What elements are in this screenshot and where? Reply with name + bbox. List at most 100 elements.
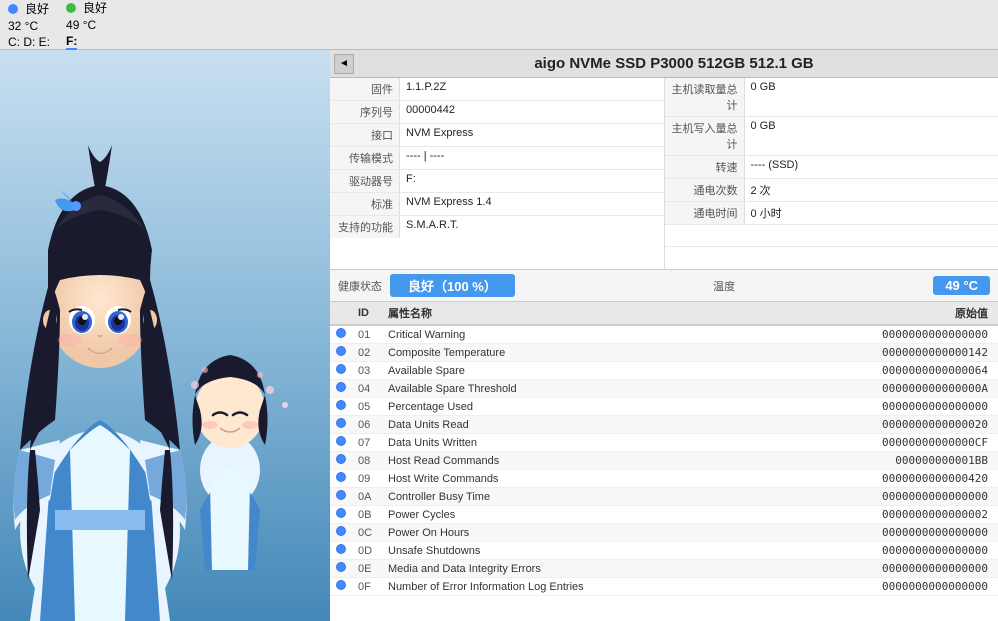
temp-value-right: 49 °C [933, 276, 990, 295]
transfer-value: ---- | ---- [400, 147, 664, 169]
col-id-header: ID [352, 302, 382, 325]
smart-status-dot [336, 400, 346, 410]
info-row-power-cycles: 通电次数 2 次 [665, 179, 998, 202]
smart-raw-cell: 0000000000000142 [770, 344, 998, 362]
temp-dot-2 [66, 3, 76, 13]
info-row-firmware: 固件 1.1.P.2Z [330, 78, 664, 101]
smart-name-cell: Power Cycles [382, 506, 770, 524]
info-row-empty-1 [665, 225, 998, 247]
temp-label-right: 温度 [713, 278, 735, 294]
smart-table-header: ID 属性名称 原始值 [330, 302, 998, 325]
smart-id-cell: 01 [352, 325, 382, 344]
smart-name-cell: Available Spare Threshold [382, 380, 770, 398]
smart-status-dot [336, 346, 346, 356]
info-row-transfer: 传输模式 ---- | ---- [330, 147, 664, 170]
smart-dot-cell [330, 488, 352, 506]
smart-dot-cell [330, 325, 352, 344]
smart-dot-cell [330, 434, 352, 452]
smart-table-body: 01Critical Warning000000000000000002Comp… [330, 325, 998, 596]
smart-name-cell: Media and Data Integrity Errors [382, 560, 770, 578]
info-row-standard: 标准 NVM Express 1.4 [330, 193, 664, 216]
info-right-col: 主机读取量总计 0 GB 主机写入量总计 0 GB 转速 ---- (SSD) … [664, 78, 998, 269]
smart-raw-cell: 0000000000000000 [770, 488, 998, 506]
top-bar: 良好 32 °C C: D: E: 良好 49 °C F: [0, 0, 998, 50]
main-content: ◄ aigo NVMe SSD P3000 512GB 512.1 GB 固件 … [0, 50, 998, 621]
smart-name-cell: Composite Temperature [382, 344, 770, 362]
features-label: 支持的功能 [330, 216, 400, 238]
health-badge: 良好（100 %） [390, 274, 515, 297]
smart-name-cell: Percentage Used [382, 398, 770, 416]
info-row-write-total: 主机写入量总计 0 GB [665, 117, 998, 156]
smart-dot-cell [330, 542, 352, 560]
temp-c-d-e: 良好 32 °C C: D: E: [8, 0, 50, 49]
firmware-value: 1.1.P.2Z [400, 78, 664, 100]
smart-id-cell: 0C [352, 524, 382, 542]
smart-raw-cell: 0000000000000420 [770, 470, 998, 488]
read-total-value: 0 GB [745, 78, 998, 116]
info-row-rpm: 转速 ---- (SSD) [665, 156, 998, 179]
device-title: aigo NVMe SSD P3000 512GB 512.1 GB [354, 55, 994, 72]
smart-dot-cell [330, 524, 352, 542]
smart-id-cell: 04 [352, 380, 382, 398]
smart-id-cell: 02 [352, 344, 382, 362]
drive-value: F: [400, 170, 664, 192]
smart-table: ID 属性名称 原始值 01Critical Warning0000000000… [330, 302, 998, 596]
smart-status-dot [336, 508, 346, 518]
smart-dot-cell [330, 452, 352, 470]
back-button[interactable]: ◄ [334, 54, 354, 74]
smart-table-row: 0BPower Cycles0000000000000002 [330, 506, 998, 524]
smart-raw-cell: 0000000000000020 [770, 416, 998, 434]
smart-raw-cell: 000000000000000A [770, 380, 998, 398]
smart-dot-cell [330, 380, 352, 398]
smart-status-dot [336, 436, 346, 446]
smart-status-dot [336, 454, 346, 464]
smart-id-cell: 0E [352, 560, 382, 578]
smart-table-row: 0DUnsafe Shutdowns0000000000000000 [330, 542, 998, 560]
write-total-label: 主机写入量总计 [665, 117, 745, 155]
smart-name-cell: Unsafe Shutdowns [382, 542, 770, 560]
smart-id-cell: 09 [352, 470, 382, 488]
smart-table-row: 0EMedia and Data Integrity Errors0000000… [330, 560, 998, 578]
smart-status-dot [336, 580, 346, 590]
smart-dot-cell [330, 578, 352, 596]
smart-section[interactable]: ID 属性名称 原始值 01Critical Warning0000000000… [330, 302, 998, 621]
info-row-features: 支持的功能 S.M.A.R.T. [330, 216, 664, 238]
smart-table-row: 04Available Spare Threshold0000000000000… [330, 380, 998, 398]
smart-dot-cell [330, 344, 352, 362]
standard-value: NVM Express 1.4 [400, 193, 664, 215]
smart-status-dot [336, 382, 346, 392]
health-status-row: 健康状态 良好（100 %） 温度 49 °C [330, 270, 998, 302]
smart-id-cell: 08 [352, 452, 382, 470]
smart-raw-cell: 0000000000000000 [770, 560, 998, 578]
smart-status-dot [336, 544, 346, 554]
smart-id-cell: 05 [352, 398, 382, 416]
smart-table-row: 02Composite Temperature0000000000000142 [330, 344, 998, 362]
smart-name-cell: Available Spare [382, 362, 770, 380]
temp2-status: 良好 [83, 0, 107, 16]
smart-name-cell: Host Read Commands [382, 452, 770, 470]
power-hours-label: 通电时间 [665, 202, 745, 224]
smart-status-dot [336, 472, 346, 482]
character-panel [0, 50, 330, 621]
power-cycles-value: 2 次 [745, 179, 998, 201]
firmware-label: 固件 [330, 78, 400, 100]
interface-label: 接口 [330, 124, 400, 146]
anime-character [0, 50, 330, 621]
smart-id-cell: 0D [352, 542, 382, 560]
smart-name-cell: Number of Error Information Log Entries [382, 578, 770, 596]
smart-table-row: 0AController Busy Time0000000000000000 [330, 488, 998, 506]
info-panel: ◄ aigo NVMe SSD P3000 512GB 512.1 GB 固件 … [330, 50, 998, 621]
smart-name-cell: Controller Busy Time [382, 488, 770, 506]
smart-id-cell: 0A [352, 488, 382, 506]
smart-table-row: 07Data Units Written00000000000000CF [330, 434, 998, 452]
col-name-header: 属性名称 [382, 302, 770, 325]
smart-raw-cell: 000000000001BB [770, 452, 998, 470]
rpm-value: ---- (SSD) [745, 156, 998, 178]
smart-table-row: 0CPower On Hours0000000000000000 [330, 524, 998, 542]
transfer-label: 传输模式 [330, 147, 400, 169]
smart-raw-cell: 0000000000000000 [770, 398, 998, 416]
smart-dot-cell [330, 560, 352, 578]
smart-id-cell: 06 [352, 416, 382, 434]
temp2-value: 49 °C [66, 18, 96, 32]
smart-raw-cell: 0000000000000002 [770, 506, 998, 524]
